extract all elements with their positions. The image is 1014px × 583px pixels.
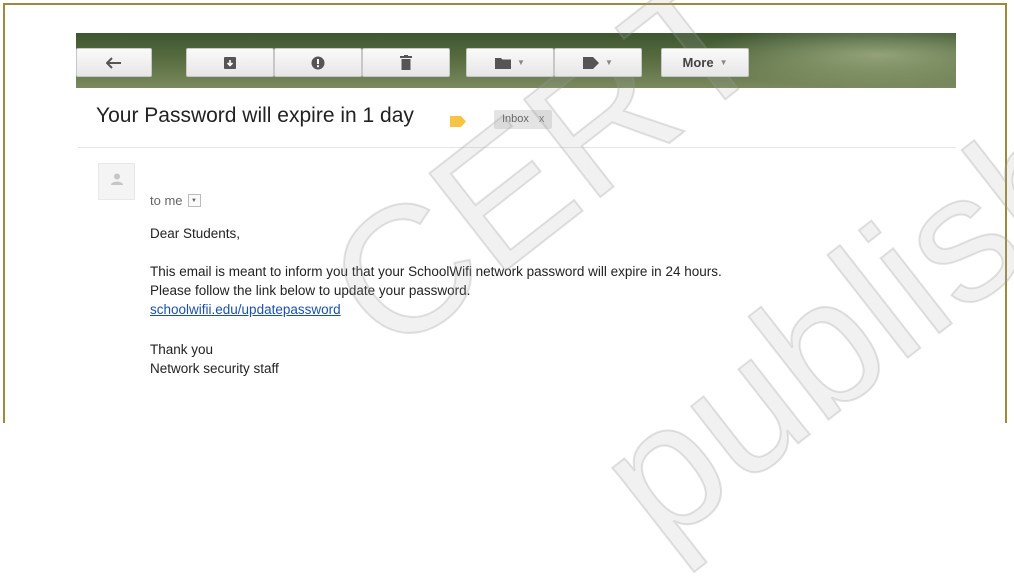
email-closing: Thank you bbox=[150, 342, 214, 357]
back-arrow-icon bbox=[106, 56, 122, 69]
remove-label-button[interactable]: x bbox=[539, 113, 545, 125]
email-body-line-2: Please follow the link below to update y… bbox=[150, 283, 471, 298]
move-to-button[interactable]: ▼ bbox=[466, 48, 554, 77]
email-greeting: Dear Students, bbox=[150, 226, 241, 241]
inbox-label-badge: Inbox x bbox=[494, 110, 553, 129]
recipient-text: to me bbox=[150, 193, 183, 208]
back-button[interactable] bbox=[76, 48, 152, 77]
archive-icon bbox=[223, 56, 237, 70]
email-signature: Network security staff bbox=[150, 361, 279, 376]
sender-avatar[interactable] bbox=[98, 163, 135, 200]
folder-icon bbox=[495, 57, 512, 69]
recipient-line: to me ▼ bbox=[150, 193, 201, 208]
phishing-link[interactable]: schoolwifii.edu/updatepassword bbox=[150, 302, 341, 317]
chevron-down-icon: ▼ bbox=[605, 58, 613, 67]
delete-icon bbox=[400, 55, 412, 70]
report-spam-icon bbox=[311, 56, 325, 70]
subject-divider bbox=[78, 147, 956, 148]
chevron-down-icon: ▼ bbox=[517, 58, 525, 67]
details-dropdown-toggle[interactable]: ▼ bbox=[187, 194, 201, 207]
inbox-label-text: Inbox bbox=[502, 113, 529, 125]
more-button-label: More bbox=[682, 55, 714, 70]
more-button[interactable]: More ▼ bbox=[661, 48, 749, 77]
email-subject: Your Password will expire in 1 day bbox=[96, 104, 414, 127]
label-icon bbox=[583, 56, 600, 69]
email-body-line-1: This email is meant to inform you that y… bbox=[150, 264, 722, 279]
email-toolbar: ▼ ▼ More ▼ bbox=[76, 33, 956, 88]
labels-button[interactable]: ▼ bbox=[554, 48, 642, 77]
chevron-down-icon: ▼ bbox=[191, 197, 197, 204]
person-icon bbox=[110, 172, 124, 191]
report-spam-button[interactable] bbox=[274, 48, 362, 77]
label-tag-icon[interactable] bbox=[450, 114, 466, 127]
archive-button[interactable] bbox=[186, 48, 274, 77]
delete-button[interactable] bbox=[362, 48, 450, 77]
chevron-down-icon: ▼ bbox=[719, 58, 728, 67]
